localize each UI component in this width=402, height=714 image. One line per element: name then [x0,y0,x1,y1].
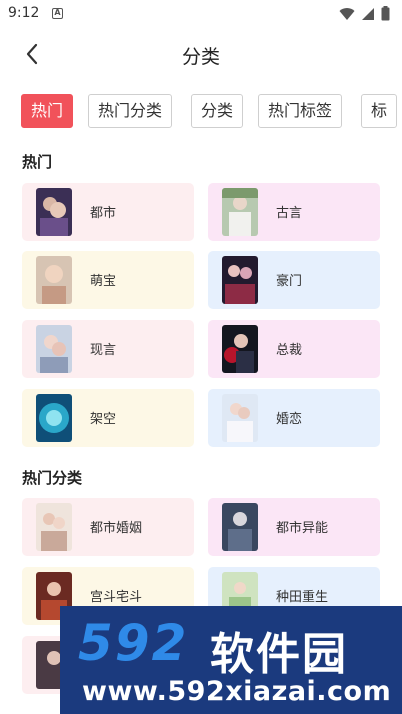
category-label: 总裁 [276,343,303,358]
notification-a-icon: A [52,8,63,19]
chevron-left-icon [26,43,38,65]
category-label: 萌宝 [90,274,117,289]
category-card[interactable]: 都市婚姻 [22,498,194,556]
watermark-url: www.592xiazai.com [82,676,392,707]
category-label: 宫斗宅斗 [90,590,143,605]
cover-image [222,503,258,551]
status-bar: 9:12 A [0,0,402,28]
page-title: 分类 [181,46,220,68]
battery-icon [381,6,390,21]
category-card[interactable]: 都市异能 [208,498,380,556]
section-title-hot-categories: 热门分类 [22,469,83,487]
cover-image [36,188,72,236]
category-card[interactable]: 现言 [22,320,194,378]
category-card[interactable]: 总裁 [208,320,380,378]
category-card[interactable]: 豪门 [208,251,380,309]
category-card[interactable]: 架空 [22,389,194,447]
cover-image [36,256,72,304]
tab-tags[interactable]: 标 [361,94,398,128]
tab-hot-tags[interactable]: 热门标签 [258,94,343,128]
back-button[interactable] [18,40,46,68]
category-label: 架空 [90,412,117,427]
category-label: 都市 [90,206,117,221]
category-label: 种田重生 [276,590,329,605]
category-label: 古言 [276,206,303,221]
cover-image [222,188,258,236]
category-label: 都市异能 [276,521,329,536]
section-title-hot: 热门 [22,153,53,171]
cover-image [222,325,258,373]
tab-categories[interactable]: 分类 [191,94,244,128]
watermark-overlay: 592 软件园 www.592xiazai.com [60,606,402,714]
watermark-logo-text: 软件园 [210,629,348,680]
category-card[interactable]: 萌宝 [22,251,194,309]
tab-hot-categories[interactable]: 热门分类 [88,94,173,128]
status-icons [339,6,390,21]
category-label: 婚恋 [276,412,303,427]
cover-image [222,256,258,304]
status-time: 9:12 [8,5,40,21]
cover-image [36,394,72,442]
signal-icon [362,7,374,20]
cover-image [222,394,258,442]
tab-hot[interactable]: 热门 [21,94,74,128]
wifi-icon [339,7,355,20]
category-card[interactable]: 婚恋 [208,389,380,447]
cover-image [36,503,72,551]
category-card[interactable]: 古言 [208,183,380,241]
category-label: 豪门 [276,274,303,289]
cover-image [36,325,72,373]
category-label: 都市婚姻 [90,521,143,536]
watermark-logo-number: 592 [78,614,189,672]
app-header: 分类 [0,28,402,80]
category-tabs: 热门 热门分类 分类 热门标签 标 [0,94,402,130]
category-card[interactable]: 都市 [22,183,194,241]
category-label: 现言 [90,343,117,358]
